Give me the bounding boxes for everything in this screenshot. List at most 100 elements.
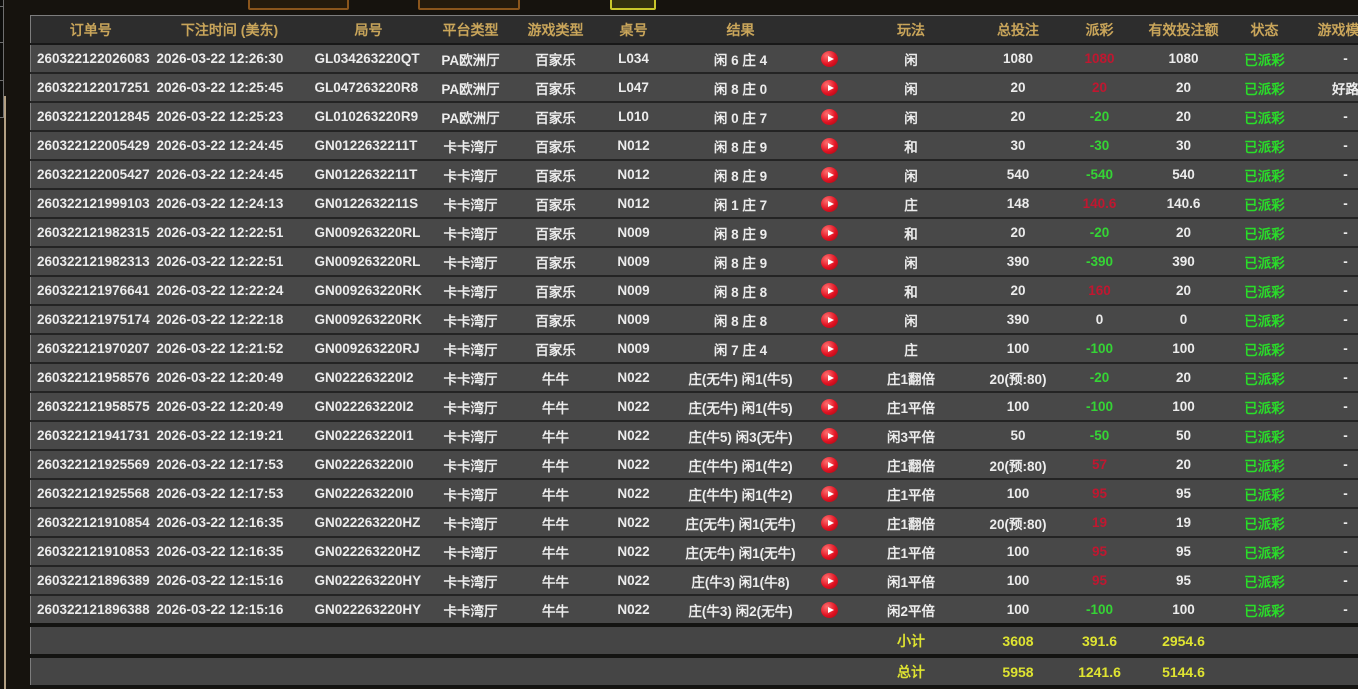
cell-order_id: 260322122005427 xyxy=(31,160,151,189)
cell-play: 闲 xyxy=(847,160,976,189)
cell-total_bet: 100 xyxy=(976,392,1061,421)
replay-play-button[interactable] xyxy=(821,167,838,183)
cell-round_id: GL010263220R9 xyxy=(309,102,429,131)
cell-table_no: N009 xyxy=(599,334,669,363)
cell-replay xyxy=(813,595,847,625)
cell-result: 闲 8 庄 9 xyxy=(669,160,813,189)
table-row: 2603221220128452026-03-22 12:25:23GL0102… xyxy=(31,102,1358,131)
cell-game_mode: - xyxy=(1301,334,1358,363)
replay-play-button[interactable] xyxy=(821,109,838,125)
cell-round_id: GN009263220RK xyxy=(309,305,429,334)
top-button-fragment-2[interactable] xyxy=(418,0,520,10)
cell-order_id: 260322121970207 xyxy=(31,334,151,363)
table-header-row: 订单号下注时间 (美东)局号平台类型游戏类型桌号结果玩法总投注派彩有效投注额状态… xyxy=(31,16,1358,45)
cell-replay xyxy=(813,305,847,334)
cell-payout: 95 xyxy=(1061,537,1139,566)
col-header-replay xyxy=(813,16,847,45)
cell-play: 庄 xyxy=(847,334,976,363)
col-header-result: 结果 xyxy=(669,16,813,45)
cell-play: 和 xyxy=(847,218,976,247)
cell-bet_time: 2026-03-22 12:15:16 xyxy=(151,595,309,625)
cell-platform: 卡卡湾厅 xyxy=(429,595,513,625)
col-header-round_id: 局号 xyxy=(309,16,429,45)
cell-payout: 95 xyxy=(1061,566,1139,595)
replay-play-button[interactable] xyxy=(821,573,838,589)
cell-result: 闲 1 庄 7 xyxy=(669,189,813,218)
replay-play-button[interactable] xyxy=(821,196,838,212)
cell-game_mode: - xyxy=(1301,537,1358,566)
replay-play-button[interactable] xyxy=(821,51,838,67)
cell-replay xyxy=(813,537,847,566)
cell-game_mode: - xyxy=(1301,218,1358,247)
replay-play-button[interactable] xyxy=(821,486,838,502)
total-valid-bet-sum: 2954.6 xyxy=(1139,625,1229,656)
replay-play-button[interactable] xyxy=(821,341,838,357)
cell-round_id: GN022263220I0 xyxy=(309,479,429,508)
replay-play-button[interactable] xyxy=(821,312,838,328)
replay-play-button[interactable] xyxy=(821,225,838,241)
cell-play: 庄1翻倍 xyxy=(847,508,976,537)
cell-platform: PA欧洲厅 xyxy=(429,44,513,73)
replay-play-button[interactable] xyxy=(821,602,838,618)
table-row: 2603221219255692026-03-22 12:17:53GN0222… xyxy=(31,450,1358,479)
replay-play-button[interactable] xyxy=(821,254,838,270)
cell-result: 庄(牛牛) 闲1(牛2) xyxy=(669,450,813,479)
cell-total_bet: 1080 xyxy=(976,44,1061,73)
cell-total_bet: 20(预:80) xyxy=(976,450,1061,479)
cell-game_mode: - xyxy=(1301,508,1358,537)
cell-game_type: 百家乐 xyxy=(513,102,599,131)
cell-result: 庄(无牛) 闲1(无牛) xyxy=(669,537,813,566)
cell-bet_time: 2026-03-22 12:20:49 xyxy=(151,392,309,421)
cell-status: 已派彩 xyxy=(1229,305,1301,334)
cell-platform: 卡卡湾厅 xyxy=(429,566,513,595)
cell-game_type: 百家乐 xyxy=(513,73,599,102)
cell-round_id: GN0122632211T xyxy=(309,131,429,160)
cell-replay xyxy=(813,189,847,218)
cell-game_mode: - xyxy=(1301,363,1358,392)
cell-bet_time: 2026-03-22 12:24:45 xyxy=(151,131,309,160)
cell-round_id: GN022263220I2 xyxy=(309,392,429,421)
cell-payout: -50 xyxy=(1061,421,1139,450)
cell-table_no: N009 xyxy=(599,305,669,334)
cell-payout: -390 xyxy=(1061,247,1139,276)
cell-status: 已派彩 xyxy=(1229,537,1301,566)
cell-bet_time: 2026-03-22 12:25:23 xyxy=(151,102,309,131)
replay-play-button[interactable] xyxy=(821,370,838,386)
cell-valid_bet: 20 xyxy=(1139,218,1229,247)
top-button-fragment-active[interactable] xyxy=(610,0,656,10)
top-button-fragment-1[interactable] xyxy=(248,0,349,10)
cell-valid_bet: 95 xyxy=(1139,479,1229,508)
replay-play-button[interactable] xyxy=(821,457,838,473)
cell-game_type: 百家乐 xyxy=(513,44,599,73)
cell-order_id: 260322121976641 xyxy=(31,276,151,305)
cell-platform: 卡卡湾厅 xyxy=(429,276,513,305)
replay-play-button[interactable] xyxy=(821,80,838,96)
cell-bet_time: 2026-03-22 12:24:13 xyxy=(151,189,309,218)
cell-bet_time: 2026-03-22 12:20:49 xyxy=(151,363,309,392)
table-row: 2603221219108532026-03-22 12:16:35GN0222… xyxy=(31,537,1358,566)
cell-round_id: GN009263220RL xyxy=(309,247,429,276)
table-row: 2603221219585752026-03-22 12:20:49GN0222… xyxy=(31,392,1358,421)
cell-payout: 1080 xyxy=(1061,44,1139,73)
cell-order_id: 260322121999103 xyxy=(31,189,151,218)
cell-total_bet: 100 xyxy=(976,566,1061,595)
col-header-play: 玩法 xyxy=(847,16,976,45)
cell-platform: PA欧洲厅 xyxy=(429,73,513,102)
cell-order_id: 260322122012845 xyxy=(31,102,151,131)
cell-round_id: GN022263220HZ xyxy=(309,508,429,537)
cell-replay xyxy=(813,508,847,537)
replay-play-button[interactable] xyxy=(821,544,838,560)
play-icon xyxy=(828,375,834,381)
cell-valid_bet: 100 xyxy=(1139,334,1229,363)
total-valid-bet-sum: 5144.6 xyxy=(1139,656,1229,687)
replay-play-button[interactable] xyxy=(821,283,838,299)
replay-play-button[interactable] xyxy=(821,138,838,154)
replay-play-button[interactable] xyxy=(821,515,838,531)
replay-play-button[interactable] xyxy=(821,399,838,415)
play-icon xyxy=(828,143,834,149)
table-row: 2603221219766412026-03-22 12:22:24GN0092… xyxy=(31,276,1358,305)
cell-payout: -540 xyxy=(1061,160,1139,189)
replay-play-button[interactable] xyxy=(821,428,838,444)
cell-status: 已派彩 xyxy=(1229,189,1301,218)
cell-table_no: N022 xyxy=(599,450,669,479)
